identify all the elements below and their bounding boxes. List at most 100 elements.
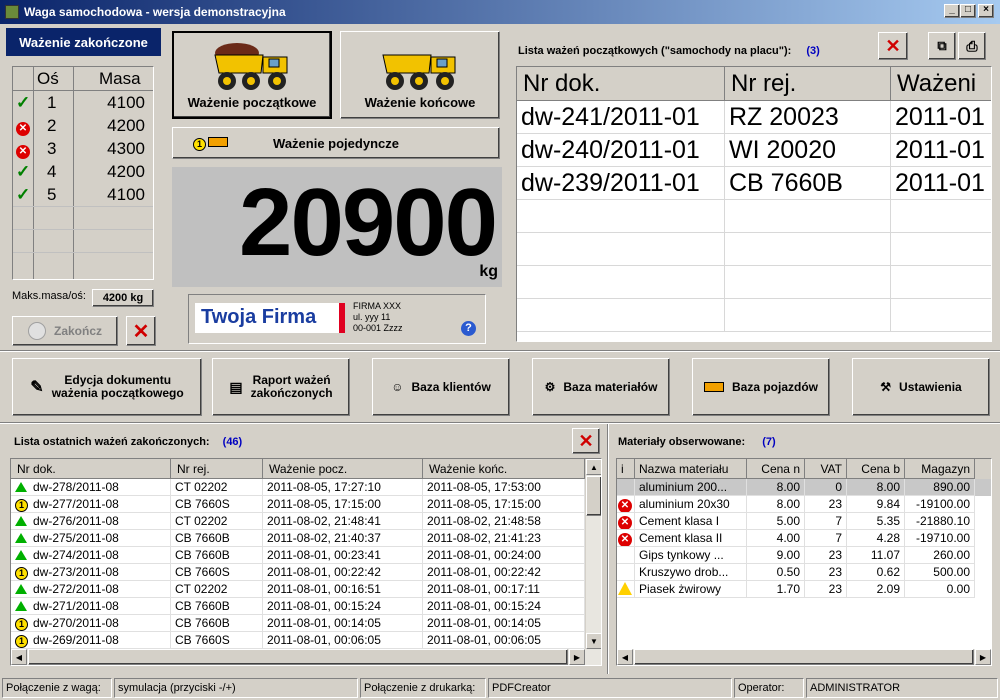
column-header[interactable]: Nr dok. — [11, 459, 171, 479]
column-header[interactable]: Ważenie pocz. — [263, 459, 423, 479]
table-cell: 8.00 — [747, 479, 805, 496]
column-header[interactable]: Ważenie końc. — [423, 459, 585, 479]
single-axle-icon: 1 — [15, 565, 31, 581]
table-cell: CB 7660B — [725, 167, 891, 200]
table-cell: CB 7660S — [171, 496, 263, 513]
finished-list-row[interactable]: dw-276/2011-08 CT 02202 2011-08-02, 21:48:… — [11, 513, 585, 530]
column-header[interactable]: Ważeni — [891, 67, 991, 101]
initial-list-row[interactable] — [517, 200, 991, 233]
single-axle-icon: 1 — [15, 616, 31, 632]
weight-unit: kg — [479, 263, 498, 280]
scroll-right-arrow[interactable]: ▶ — [975, 649, 991, 665]
initial-list-row[interactable]: dw-241/2011-01 RZ 20023 2011-01 — [517, 101, 991, 134]
scroll-thumb[interactable] — [586, 476, 601, 516]
help-icon[interactable]: ? — [461, 321, 476, 336]
initial-weighing-label: Ważenie początkowe — [187, 94, 317, 110]
material-row[interactable]: ✕ aluminium 20x30 8.00 23 9.84 -19100.00 — [617, 496, 991, 513]
table-cell: Cement klasa II — [635, 530, 747, 547]
initial-list-row[interactable] — [517, 233, 991, 266]
column-header[interactable]: i — [617, 459, 635, 479]
scroll-down-arrow[interactable]: ▼ — [586, 633, 601, 649]
finished-vscroll[interactable]: ▲ ▼ — [585, 459, 601, 649]
initial-list-row[interactable] — [517, 266, 991, 299]
finish-button[interactable]: Zakończ — [12, 316, 118, 346]
vehicles-button[interactable]: Baza pojazdów — [692, 358, 830, 416]
scroll-right-arrow[interactable]: ▶ — [569, 649, 585, 665]
table-cell — [517, 233, 725, 266]
finished-list-row[interactable]: 1 dw-277/2011-08 CB 7660S 2011-08-05, 17:15… — [11, 496, 585, 513]
finished-list-row[interactable]: dw-271/2011-08 CB 7660B 2011-08-01, 00:15:… — [11, 598, 585, 615]
axle-row: ✓ 1 4100 — [13, 91, 153, 114]
edit-doc-line2: ważenia początkowego — [51, 386, 184, 400]
report-button[interactable]: ▤ Raport ważeń zakończonych — [212, 358, 350, 416]
column-header[interactable]: Nr rej. — [171, 459, 263, 479]
material-row[interactable]: aluminium 200... 8.00 0 8.00 890.00 — [617, 479, 991, 496]
finished-list-row[interactable]: 1 dw-273/2011-08 CB 7660S 2011-08-01, 00:22… — [11, 564, 585, 581]
finished-list-row[interactable]: dw-278/2011-08 CT 02202 2011-08-05, 17:27:… — [11, 479, 585, 496]
axle-row: ✕ 3 4300 — [13, 137, 153, 160]
table-cell: CT 02202 — [171, 479, 263, 496]
initial-list-row[interactable] — [517, 299, 991, 332]
column-header[interactable]: Cena b — [847, 459, 905, 479]
material-row[interactable]: Kruszywo drob... 0.50 23 0.62 500.00 — [617, 564, 991, 581]
finished-list-row[interactable]: 1 dw-269/2011-08 CB 7660S 2011-08-01, 00:06… — [11, 632, 585, 649]
material-row[interactable]: ✕ Cement klasa I 5.00 7 5.35 -21880.10 — [617, 513, 991, 530]
edit-document-button[interactable]: ✎ Edycja dokumentu ważenia początkowego — [12, 358, 202, 416]
scroll-left-arrow[interactable]: ◀ — [11, 649, 27, 665]
table-cell: 5.00 — [747, 513, 805, 530]
material-row[interactable]: ✕ Cement klasa II 4.00 7 4.28 -19710.00 — [617, 530, 991, 547]
final-weighing-button[interactable]: Ważenie końcowe — [340, 31, 500, 119]
initial-list-row[interactable]: dw-240/2011-01 WI 20020 2011-01 — [517, 134, 991, 167]
finished-list-row[interactable]: 1 dw-270/2011-08 CB 7660B 2011-08-01, 00:14… — [11, 615, 585, 632]
table-cell: Cement klasa I — [635, 513, 747, 530]
settings-button[interactable]: ⚒ Ustawienia — [852, 358, 990, 416]
copy-button[interactable]: ⧉ — [928, 32, 956, 60]
initial-list-title: Lista ważeń początkowych ("samochody na … — [518, 45, 820, 57]
close-window-button[interactable]: × — [978, 4, 994, 18]
material-row[interactable]: Gips tynkowy ... 9.00 23 11.07 260.00 — [617, 547, 991, 564]
edit-doc-line1: Edycja dokumentu — [64, 373, 172, 387]
materials-hscroll[interactable]: ◀ ▶ — [617, 649, 991, 665]
column-header[interactable]: Magazyn — [905, 459, 975, 479]
single-weighing-button[interactable]: 1 Ważenie pojedyncze — [172, 127, 500, 159]
table-cell: -19710.00 — [905, 530, 975, 547]
hscroll-thumb[interactable] — [634, 649, 974, 665]
column-header[interactable]: VAT — [805, 459, 847, 479]
table-cell: 2011-08-02, 21:41:23 — [423, 530, 585, 547]
minimize-button[interactable]: _ — [944, 4, 960, 18]
table-cell — [891, 266, 991, 299]
finished-hscroll[interactable]: ◀ ▶ — [11, 649, 601, 665]
material-row[interactable]: Piasek żwirowy 1.70 23 2.09 0.00 — [617, 581, 991, 598]
materials-button[interactable]: ⚙ Baza materiałów — [532, 358, 670, 416]
warning-icon — [618, 582, 632, 595]
finished-list-row[interactable]: dw-272/2011-08 CT 02202 2011-08-01, 00:16:… — [11, 581, 585, 598]
table-cell: 2011-08-01, 00:23:41 — [263, 547, 423, 564]
table-cell: 9.84 — [847, 496, 905, 513]
table-cell: 9.00 — [747, 547, 805, 564]
delete-initial-button[interactable]: ✕ — [878, 32, 908, 60]
doc-number: dw-274/2011-08 — [33, 548, 119, 562]
scroll-up-arrow[interactable]: ▲ — [586, 459, 601, 475]
table-cell: 0 — [805, 479, 847, 496]
initial-list-row[interactable]: dw-239/2011-01 CB 7660B 2011-01 — [517, 167, 991, 200]
table-cell: 890.00 — [905, 479, 975, 496]
table-cell: CT 02202 — [171, 513, 263, 530]
initial-list-title-text: Lista ważeń początkowych ("samochody na … — [518, 45, 792, 57]
finished-list-row[interactable]: dw-275/2011-08 CB 7660B 2011-08-02, 21:40:… — [11, 530, 585, 547]
doc-number: dw-277/2011-08 — [33, 497, 119, 511]
cancel-x-button[interactable]: ✕ — [126, 316, 156, 346]
column-header[interactable]: Nazwa materiału — [635, 459, 747, 479]
scroll-left-arrow[interactable]: ◀ — [617, 649, 633, 665]
finished-list-row[interactable]: dw-274/2011-08 CB 7660B 2011-08-01, 00:23:… — [11, 547, 585, 564]
maximize-button[interactable]: □ — [960, 4, 976, 18]
hscroll-thumb[interactable] — [28, 649, 568, 665]
column-header[interactable]: Nr dok. — [517, 67, 725, 101]
print-button[interactable]: ⎙ — [958, 32, 986, 60]
column-header[interactable]: Cena n — [747, 459, 805, 479]
column-header[interactable]: Nr rej. — [725, 67, 891, 101]
delete-finished-button[interactable]: ✕ — [572, 428, 600, 454]
clients-button[interactable]: ☺ Baza klientów — [372, 358, 510, 416]
initial-weighing-button[interactable]: Ważenie początkowe — [172, 31, 332, 119]
table-cell — [891, 233, 991, 266]
axle-mass: 4100 — [107, 185, 145, 204]
